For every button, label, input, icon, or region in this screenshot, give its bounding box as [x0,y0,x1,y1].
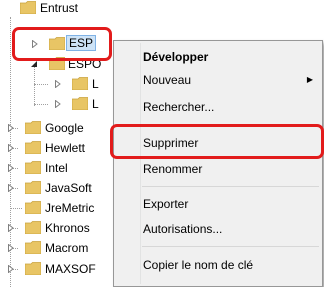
folder-icon [72,77,88,90]
tree-item-macrom[interactable]: Macrom [0,238,110,258]
folder-icon [20,1,36,14]
highlight-box-supprimer [110,124,324,159]
folder-icon [25,221,41,234]
folder-icon [25,201,41,214]
menu-item-label: Nouveau [143,73,192,87]
folder-icon [25,141,41,154]
tree-item-label: Google [45,121,84,135]
tree-item-label: Khronos [45,221,90,235]
tree-connector [10,208,22,209]
menu-item-rechercher[interactable]: Rechercher... [141,96,319,118]
folder-icon [25,161,41,174]
folder-icon [25,181,41,194]
tree-item-label: Macrom [45,241,89,255]
tree-item-label: JavaSoft [45,181,92,195]
tree-connector [34,84,48,85]
tree-item-label: L [92,77,99,91]
expand-arrow-icon[interactable] [7,224,15,232]
menu-separator [142,186,319,187]
tree-item-label: Entrust [40,1,79,15]
expand-arrow-icon[interactable] [54,100,62,108]
context-menu: Développer Nouveau ▶ Rechercher... Suppr… [113,40,323,287]
tree-item-intel[interactable]: Intel [0,158,110,178]
menu-item-developper[interactable]: Développer [141,46,319,68]
menu-item-renommer[interactable]: Renommer [141,158,319,180]
expand-arrow-icon[interactable] [7,144,15,152]
highlight-box-esp [12,27,112,61]
tree-item-label: Hewlett [45,141,86,155]
folder-icon [72,97,88,110]
menu-item-autorisations[interactable]: Autorisations... [141,218,319,240]
tree-item-label: Intel [45,161,68,175]
folder-icon [25,241,41,254]
expand-arrow-icon[interactable] [7,265,15,273]
menu-item-nouveau[interactable]: Nouveau ▶ [141,69,319,91]
tree-item-google[interactable]: Google [0,118,110,138]
folder-icon [25,121,41,134]
menu-item-copier-nom-cle[interactable]: Copier le nom de clé [141,254,319,276]
tree-item-khronos[interactable]: Khronos [0,218,110,238]
expand-arrow-icon[interactable] [7,164,15,172]
tree-item-label: MAXSOF [45,262,96,276]
submenu-arrow-icon: ▶ [306,75,313,84]
tree-item-entrust[interactable]: Entrust [0,0,110,18]
menu-separator [142,246,319,247]
tree-item-jremetric[interactable]: JreMetric [0,198,110,218]
expand-arrow-icon[interactable] [7,124,15,132]
tree-item-child[interactable]: L [0,74,110,94]
collapse-arrow-icon[interactable] [30,60,38,68]
expand-arrow-icon[interactable] [7,184,15,192]
folder-icon [25,262,41,275]
menu-item-exporter[interactable]: Exporter [141,193,319,215]
tree-item-javasoft[interactable]: JavaSoft [0,178,110,198]
expand-arrow-icon[interactable] [7,244,15,252]
tree-item-child[interactable]: L [0,94,110,114]
expand-arrow-icon[interactable] [54,80,62,88]
tree-item-maxsof[interactable]: MAXSOF [0,259,110,279]
tree-item-hewlett[interactable]: Hewlett [0,138,110,158]
tree-connector [34,104,48,105]
tree-item-label: JreMetric [45,201,95,215]
tree-item-label: L [92,97,99,111]
